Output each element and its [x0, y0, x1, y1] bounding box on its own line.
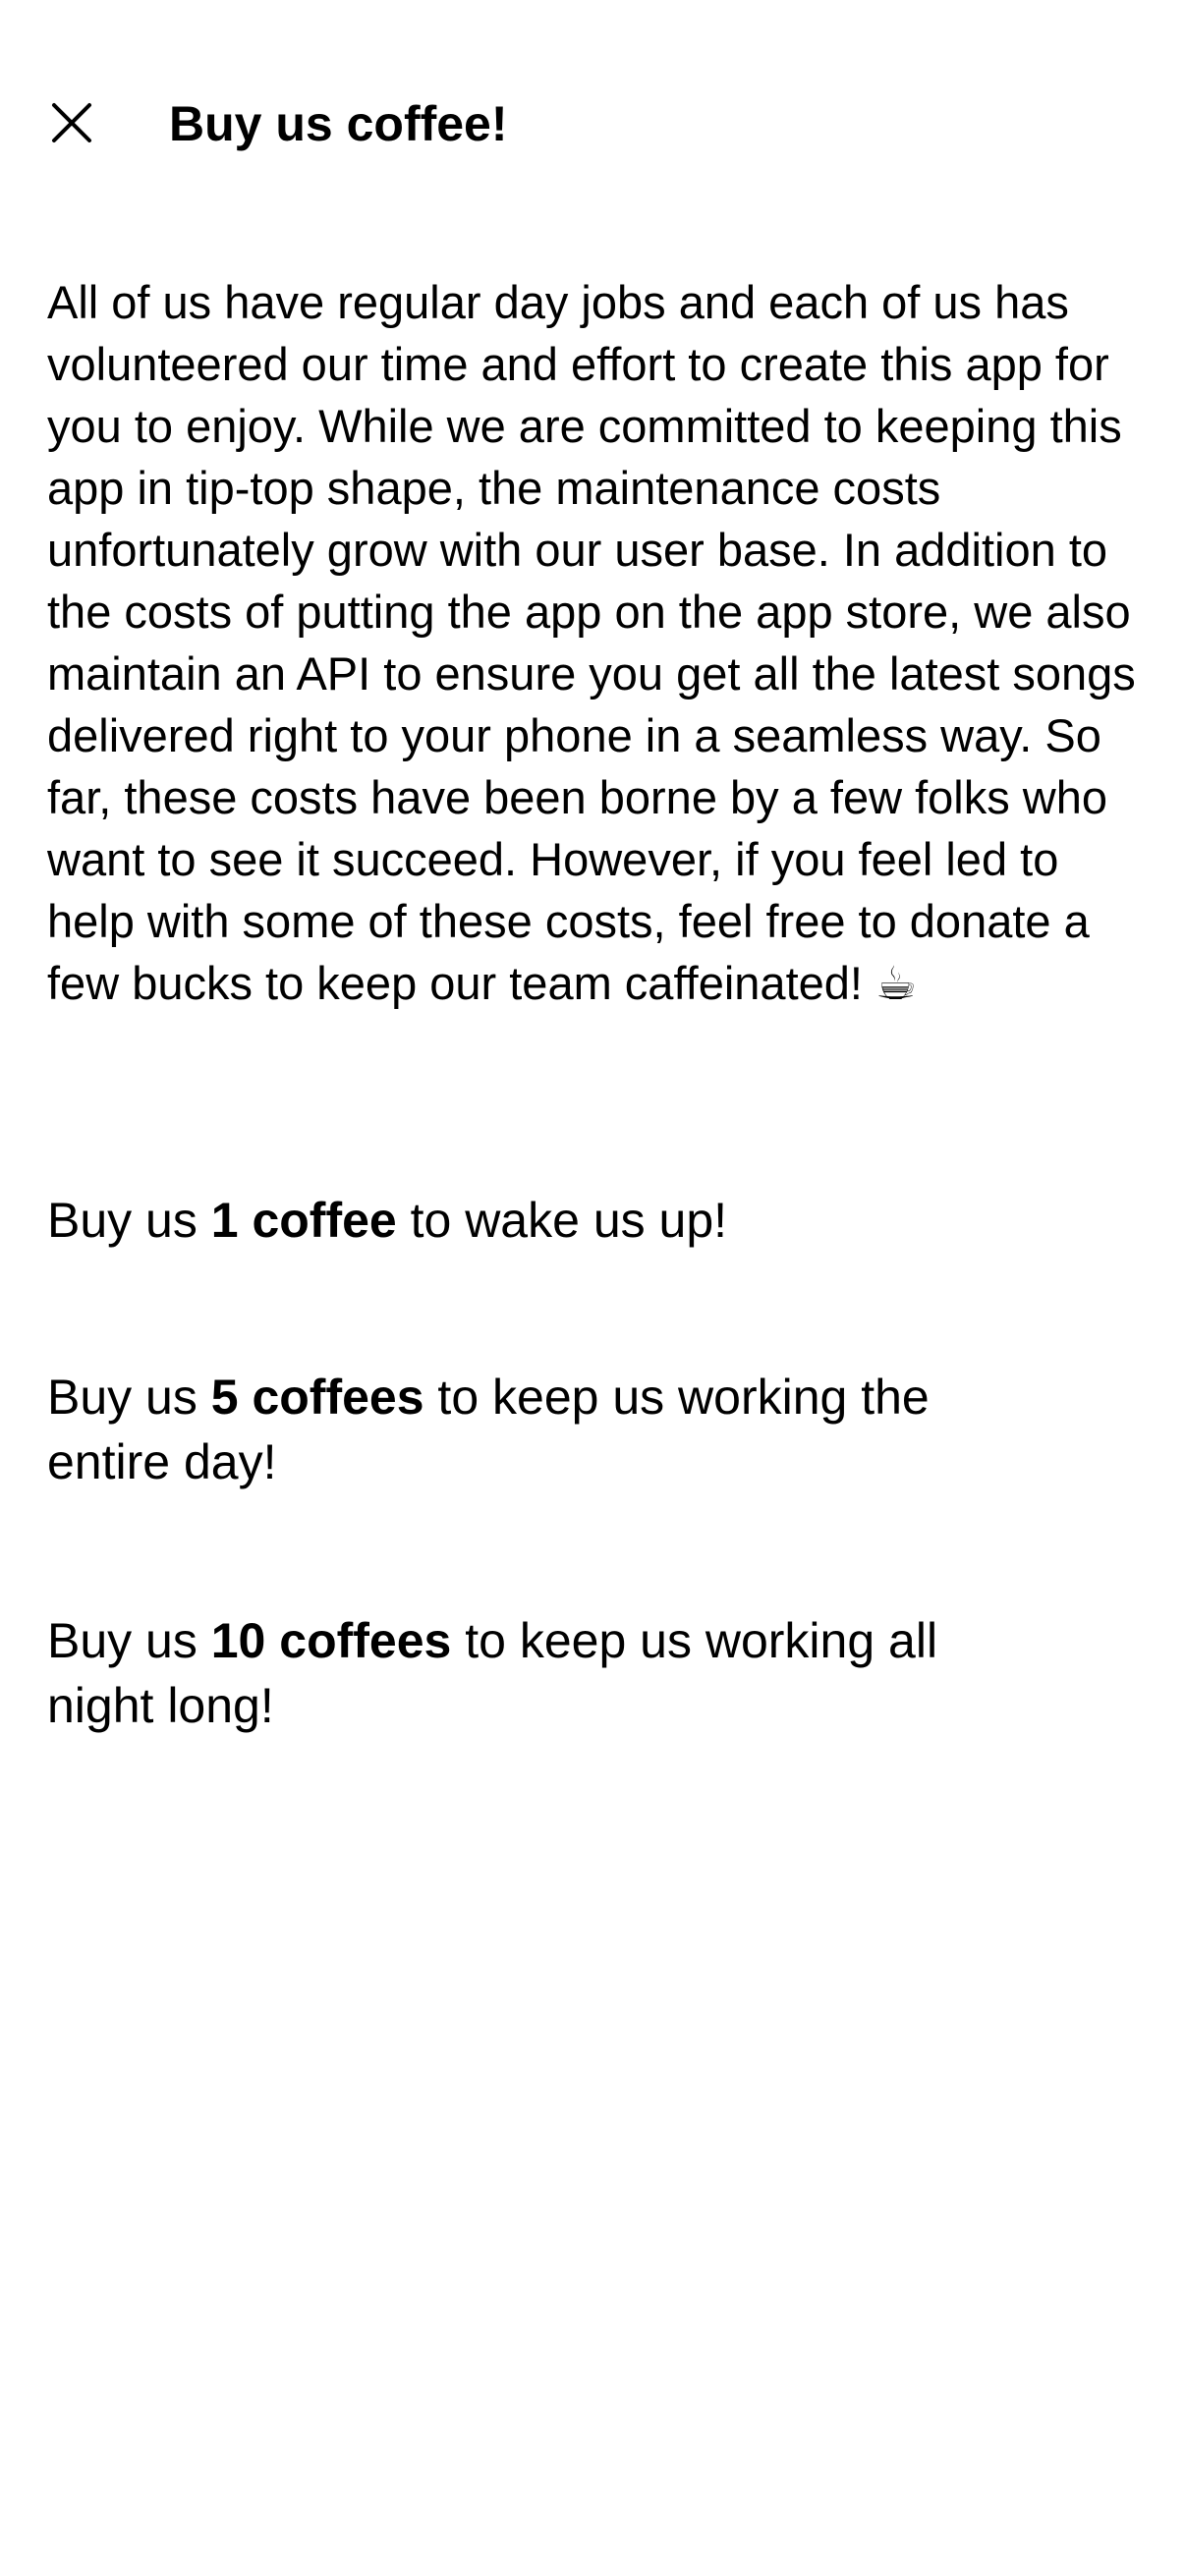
intro-paragraph: All of us have regular day jobs and each… — [47, 276, 1136, 1009]
offer-10-coffees[interactable]: Buy us 10 coffees to keep us working all… — [47, 1608, 990, 1738]
offer-1-coffee[interactable]: Buy us 1 coffee to wake us up! — [47, 1188, 990, 1253]
offer-prefix: Buy us — [47, 1370, 211, 1425]
close-icon — [52, 103, 91, 142]
offer-suffix: to wake us up! — [396, 1193, 728, 1248]
offer-prefix: Buy us — [47, 1193, 211, 1248]
header: Buy us coffee! — [0, 0, 1185, 196]
close-button[interactable] — [39, 90, 104, 155]
page-title: Buy us coffee! — [169, 96, 508, 151]
offer-amount: 5 coffees — [210, 1370, 424, 1425]
offer-prefix: Buy us — [47, 1613, 211, 1668]
offer-5-coffees[interactable]: Buy us 5 coffees to keep us working the … — [47, 1365, 990, 1494]
offer-amount: 1 coffee — [210, 1193, 397, 1248]
offer-amount: 10 coffees — [210, 1613, 452, 1668]
